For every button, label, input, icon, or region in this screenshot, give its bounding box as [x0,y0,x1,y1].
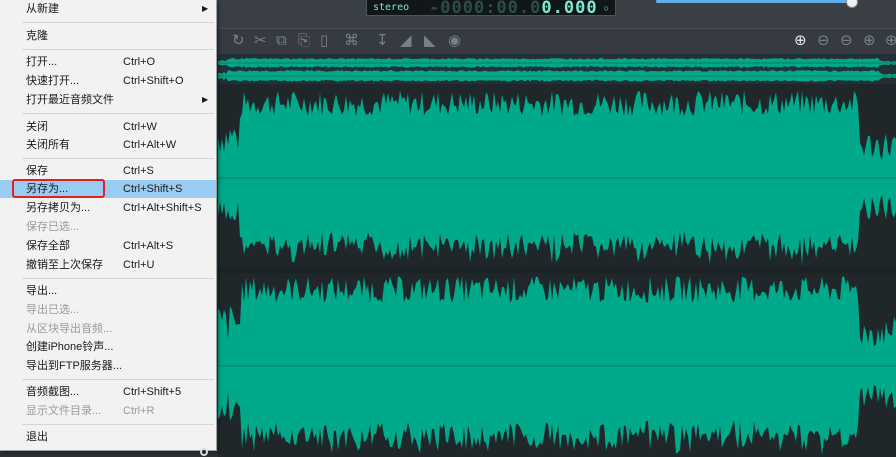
file-menu: 从新建 ▶ 克隆 打开... Ctrl+O 快速打开... Ctrl+Shift… [0,0,217,451]
menu-item-new-from[interactable]: 从新建 ▶ [0,0,216,18]
menu-item-save-copy-as[interactable]: 另存拷贝为... Ctrl+Alt+Shift+S [0,199,216,217]
menu-item-create-iphone-ringtone[interactable]: 创建iPhone铃声... [0,338,216,356]
menu-item-save-selected[interactable]: 保存已选... [0,218,216,236]
fade-in-icon[interactable]: ◢ [400,32,412,50]
menu-item-open[interactable]: 打开... Ctrl+O [0,53,216,71]
cut-icon[interactable]: ✂ [254,32,267,50]
delete-icon[interactable]: ▯ [320,32,328,50]
fade-out-icon[interactable]: ◣ [424,32,436,50]
menu-item-save[interactable]: 保存 Ctrl+S [0,162,216,180]
menu-item-open-recent[interactable]: 打开最近音频文件 ▶ [0,91,216,109]
waveform-overview[interactable] [218,54,896,84]
menu-item-export-selected[interactable]: 导出已选... [0,301,216,319]
highlight-annotation-box [12,179,105,198]
menu-item-export-from-regions[interactable]: 从区块导出音频... [0,320,216,338]
time-display: stereo -0000:00.00.000 ○ [366,0,616,18]
overview-waveform [218,58,896,82]
menu-separator [22,49,214,50]
playhead-handle[interactable] [200,448,208,456]
menu-item-quick-open[interactable]: 快速打开... Ctrl+Shift+O [0,72,216,90]
menu-item-show-file-directory[interactable]: 显示文件目录... Ctrl+R [0,402,216,420]
menu-separator [22,278,214,279]
menu-separator [22,113,214,114]
menu-item-revert-to-saved[interactable]: 撤销至上次保存 Ctrl+U [0,256,216,274]
submenu-arrow-icon: ▶ [202,4,209,13]
menu-separator [22,158,214,159]
menu-item-audio-screenshot[interactable]: 音频截图... Ctrl+Shift+5 [0,383,216,401]
zoom-selection-icon[interactable]: ⊕ [863,32,876,50]
zoom-in-icon[interactable]: ⊕ [794,32,807,50]
time-readout: -0000:00.00.000 [429,0,598,18]
waveform-editor[interactable] [218,54,896,457]
volume-slider-thumb[interactable] [846,0,858,8]
submenu-arrow-icon: ▶ [202,95,209,104]
zoom-fit-icon[interactable]: ⊖ [840,32,853,50]
menu-item-close[interactable]: 关闭 Ctrl+W [0,118,216,136]
lock-icon[interactable]: ○ [604,3,609,13]
normalize-icon[interactable]: ↧ [376,32,389,50]
menu-item-save-all[interactable]: 保存全部 Ctrl+Alt+S [0,237,216,255]
volume-slider-track[interactable] [656,0,852,3]
zoom-out-icon[interactable]: ⊖ [817,32,830,50]
time-readout-dim: -0000:00.0 [429,0,542,18]
crop-icon[interactable]: ⌘ [344,32,359,50]
time-readout-value: 0.000 [541,0,598,18]
effects-icon[interactable]: ◉ [448,32,461,50]
channel-mode-label: stereo [373,2,410,13]
menu-item-export[interactable]: 导出... [0,282,216,300]
menu-separator [22,424,214,425]
menu-item-close-all[interactable]: 关闭所有 Ctrl+Alt+W [0,136,216,154]
copy-icon[interactable]: ⧉ [276,32,287,50]
menu-item-exit[interactable]: 退出 [0,428,216,446]
menu-item-clone[interactable]: 克隆 [0,27,216,45]
edit-toolbar: ↻ ✂ ⧉ ⎘ ▯ ⌘ ↧ ◢ ◣ ◉ ⊕ ⊖ ⊖ ⊕ ⊕ [218,28,896,55]
menu-separator [22,22,214,23]
redo-icon[interactable]: ↻ [232,32,245,50]
menu-item-export-ftp[interactable]: 导出到FTP服务器... [0,357,216,375]
zoom-all-icon[interactable]: ⊕ [885,32,896,50]
paste-icon[interactable]: ⎘ [298,32,310,50]
waveform-display[interactable] [218,84,896,457]
menu-separator [22,379,214,380]
